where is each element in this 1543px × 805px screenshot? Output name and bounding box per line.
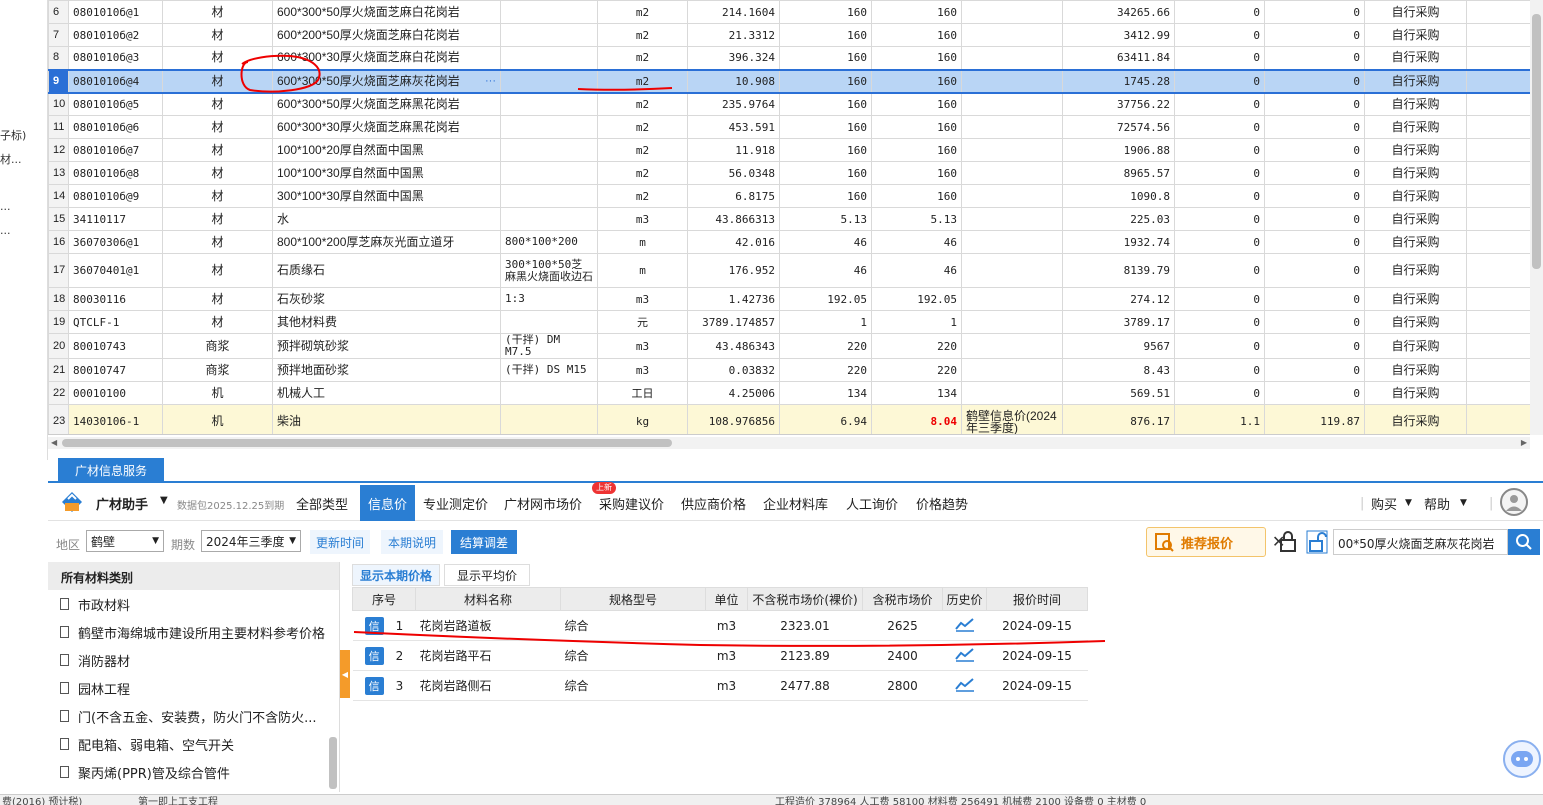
red-annotation-layer: [240, 54, 1106, 647]
status-left: 费(2016) 预计税): [2, 797, 83, 805]
red-underline-mark: [353, 631, 1106, 647]
red-circle-mark: [240, 54, 321, 93]
assistant-bot-icon[interactable]: [1503, 740, 1541, 778]
red-underline-mark: [577, 87, 673, 91]
status-mid: 第一即上工支工程: [138, 797, 218, 805]
status-bar: 费(2016) 预计税) 第一即上工支工程 工程造价 378964 人工费 58…: [0, 794, 1543, 805]
status-right: 工程造价 378964 人工费 58100 材料费 256491 机械费 210…: [775, 797, 1147, 805]
